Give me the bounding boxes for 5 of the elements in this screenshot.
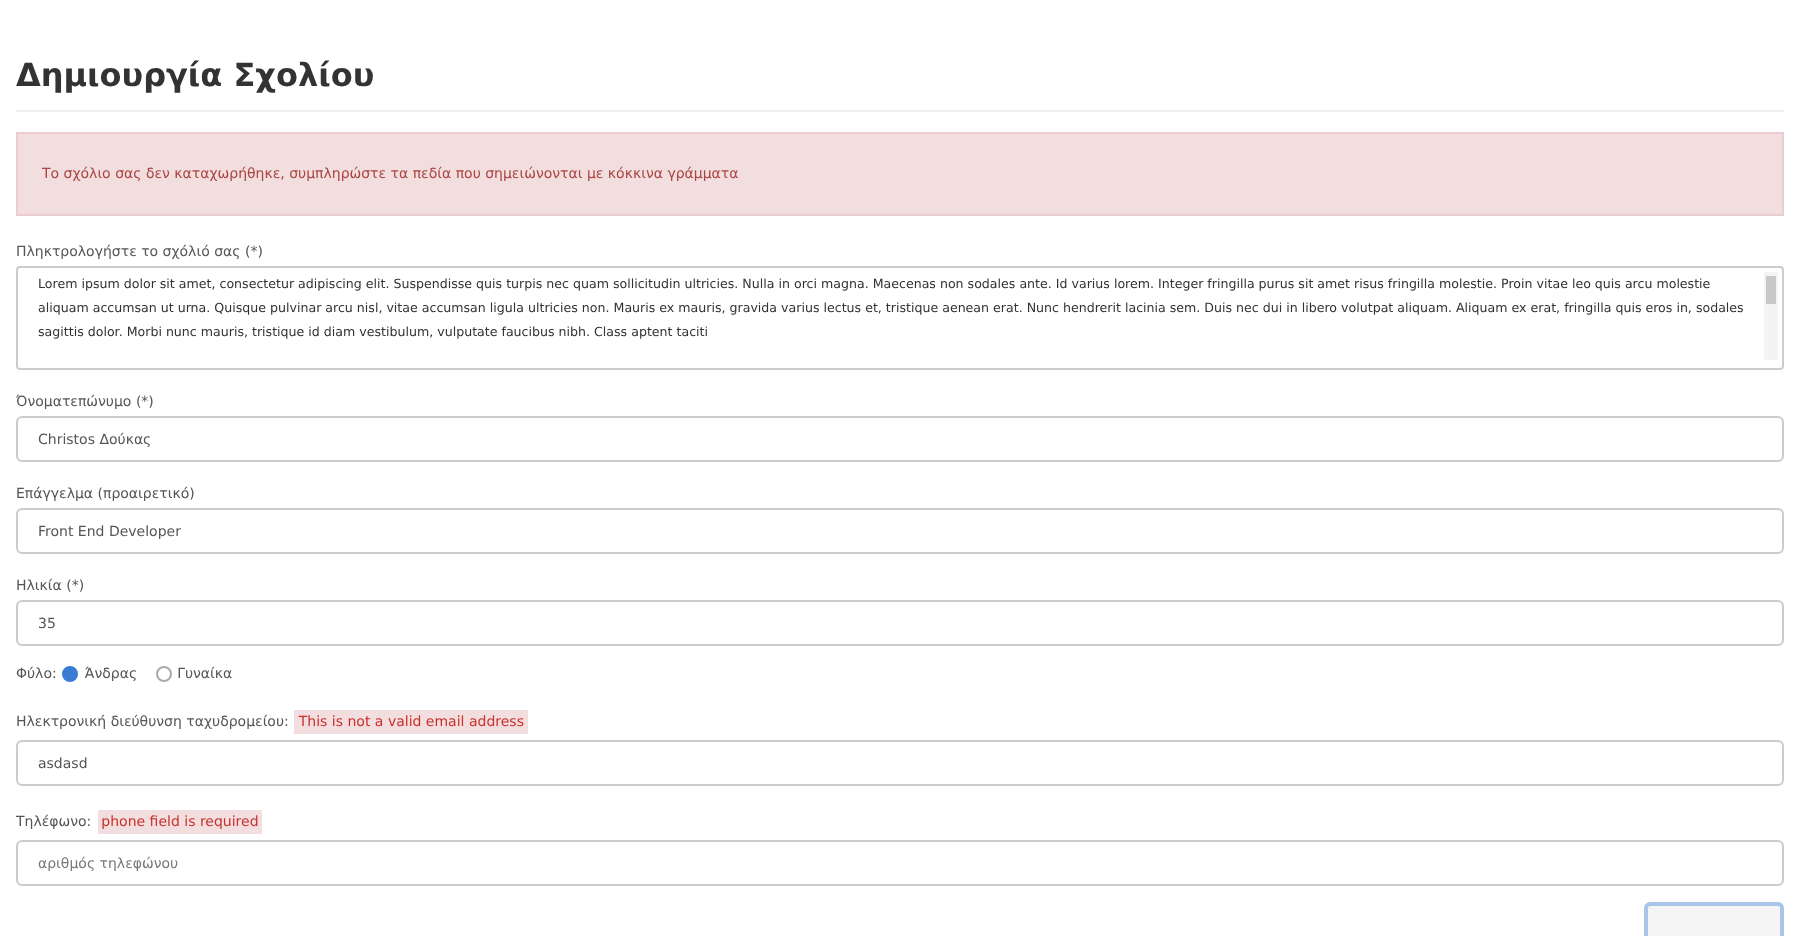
page-title: Δημιουργία Σχολίου [16, 56, 1784, 112]
scrollbar[interactable] [1764, 272, 1778, 360]
radio-button[interactable] [62, 666, 79, 682]
radio-button[interactable] [155, 666, 172, 682]
submit-button[interactable] [1644, 902, 1784, 936]
